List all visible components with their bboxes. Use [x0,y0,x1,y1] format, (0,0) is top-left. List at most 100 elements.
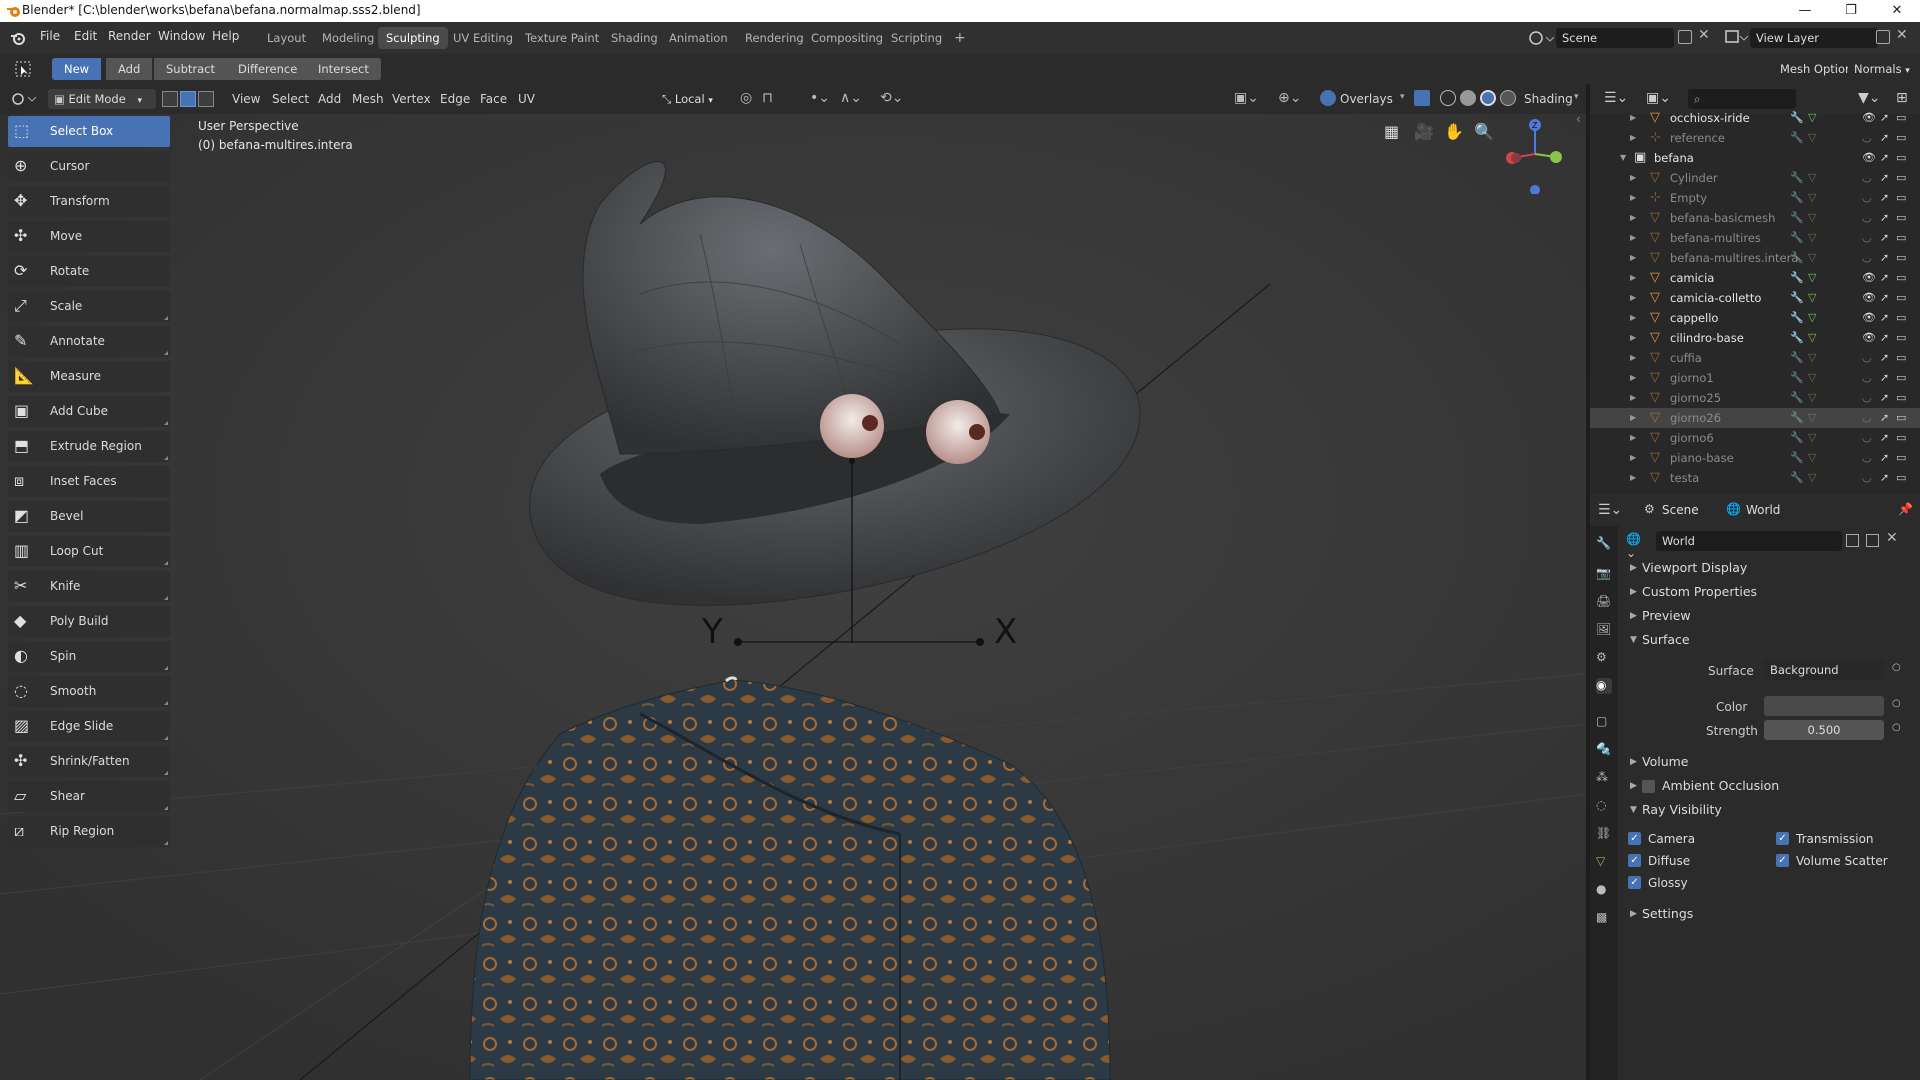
outliner-row[interactable]: ▶ ▽ befana-multires 🔧 ▽ ◡ ➚ ▭ [1590,228,1920,248]
selectable-arrow-icon[interactable]: ➚ [1880,172,1893,184]
selectable-arrow-icon[interactable]: ➚ [1880,292,1893,304]
face-select-icon[interactable] [198,91,214,107]
collapsed-arrow-icon[interactable]: ▶ [1630,168,1636,188]
section-viewport-display[interactable]: ▶ Viewport Display [1620,556,1920,580]
viewport-monitor-icon[interactable]: ▭ [1896,112,1909,124]
outliner-row[interactable]: ▶ ⊹ reference 🔧 ▽ ◡ ➚ ▭ [1590,128,1920,148]
collapsed-arrow-icon[interactable]: ▶ [1630,228,1636,248]
section-settings[interactable]: ▶ Settings [1620,902,1920,926]
collapsed-arrow-icon[interactable]: ▶ [1630,108,1636,128]
visibility-eye-icon[interactable]: ◡ [1862,212,1875,224]
collapsed-arrow-icon[interactable]: ▶ [1630,448,1636,468]
visibility-eye-icon[interactable]: ◡ [1862,352,1875,364]
visibility-eye-icon[interactable]: ◡ [1862,192,1875,204]
collapsed-arrow-icon[interactable]: ▶ [1630,428,1636,448]
tab-modeling[interactable]: Modeling [314,27,382,49]
visibility-eye-icon[interactable]: 👁 [1862,312,1876,324]
tool-inset[interactable]: ⧈ Inset Faces [8,466,170,497]
tool-rip-region[interactable]: ⧄ Rip Region [8,816,170,847]
surface-shader-dropdown[interactable]: Background [1764,660,1884,680]
tool-cursor[interactable]: ⊕ Cursor [8,151,170,182]
outliner-row[interactable]: ▶ ▽ cuffia 🔧 ▽ ◡ ➚ ▭ [1590,348,1920,368]
section-ambient-occlusion[interactable]: ▶ Ambient Occlusion [1620,774,1920,798]
tool-edge-slide[interactable]: ▨ Edge Slide [8,711,170,742]
close-button[interactable]: ✕ [1874,0,1920,22]
collapsed-arrow-icon[interactable]: ▶ [1630,288,1636,308]
tab-compositing[interactable]: Compositing [803,27,891,49]
object-types-visibility-icon[interactable]: ▣⌄ [1234,90,1259,106]
tool-spin[interactable]: ◐ Spin [8,641,170,672]
collapsed-arrow-icon[interactable]: ▶ [1630,348,1636,368]
visibility-eye-icon[interactable]: 👁 [1862,112,1876,124]
viewport-monitor-icon[interactable]: ▭ [1896,132,1909,144]
visibility-eye-icon[interactable]: 👁 [1862,332,1876,344]
outliner-row[interactable]: ▶ ▽ befana-basicmesh 🔧 ▽ ◡ ➚ ▭ [1590,208,1920,228]
scene-name-field[interactable]: Scene [1556,28,1674,48]
falloff-icon[interactable]: ∧⌄ [840,90,862,106]
world-context-label[interactable]: World [1746,503,1780,517]
transmission-checkbox[interactable]: ✓ [1776,832,1789,845]
viewport-monitor-icon[interactable]: ▭ [1896,232,1909,244]
camera-checkbox[interactable]: ✓ [1628,832,1641,845]
tool-annotate[interactable]: ✎ Annotate [8,326,170,357]
selectable-arrow-icon[interactable]: ➚ [1880,472,1893,484]
filter-icon[interactable]: ▼⌄ [1858,90,1881,106]
visibility-eye-icon[interactable]: ◡ [1862,452,1875,464]
viewport-monitor-icon[interactable]: ▭ [1896,312,1909,324]
viewport-monitor-icon[interactable]: ▭ [1896,192,1909,204]
sidebar-toggle-icon[interactable]: ‹ [1576,114,1581,126]
new-view-layer-icon[interactable] [1876,30,1890,44]
chevron-down-icon[interactable]: ▾ [1400,92,1405,102]
viewport-monitor-icon[interactable]: ▭ [1896,472,1909,484]
tool-tab-icon[interactable]: 🔧 [1596,536,1612,552]
tool-measure[interactable]: 📐 Measure [8,361,170,392]
outliner-row[interactable]: ▶ ▽ cappello 🔧 ▽ 👁 ➚ ▭ [1590,308,1920,328]
mode-subtract-button[interactable]: Subtract [154,58,229,80]
visibility-eye-icon[interactable]: 👁 [1862,272,1876,284]
tab-uv-editing[interactable]: UV Editing [445,27,521,49]
new-scene-icon[interactable] [1678,30,1692,44]
expanded-arrow-icon[interactable]: ▼ [1620,148,1626,168]
outliner-row[interactable]: ▶ ▽ testa 🔧 ▽ ◡ ➚ ▭ [1590,468,1920,488]
world-tab-icon[interactable]: ◉ [1596,678,1612,694]
visibility-eye-icon[interactable]: ◡ [1862,432,1875,444]
collapsed-arrow-icon[interactable]: ▶ [1630,188,1636,208]
particles-tab-icon[interactable]: ⁂ [1596,770,1612,786]
scene-selector-icon[interactable] [1528,29,1554,47]
viewport-monitor-icon[interactable]: ▭ [1896,372,1909,384]
scene-tab-icon[interactable]: ⚙ [1596,650,1612,666]
shading-label[interactable]: Shading [1524,92,1573,106]
menu-vertex[interactable]: Vertex [392,92,431,106]
outliner-row[interactable]: ▶ ▽ giorno26 🔧 ▽ ◡ ➚ ▭ [1590,408,1920,428]
view-layer-icon[interactable] [1724,28,1748,46]
viewport-monitor-icon[interactable]: ▭ [1896,352,1909,364]
viewport-monitor-icon[interactable]: ▭ [1896,272,1909,284]
viewport-monitor-icon[interactable]: ▭ [1896,452,1909,464]
mode-add-button[interactable]: Add [106,58,154,80]
rendered-shading-icon[interactable] [1500,90,1516,106]
proportional-icon[interactable]: •⌄ [810,90,830,106]
snap-icon[interactable]: ⊓ [762,90,773,106]
viewport-monitor-icon[interactable]: ▭ [1896,432,1909,444]
selectable-arrow-icon[interactable]: ➚ [1880,332,1893,344]
tab-sculpting[interactable]: Sculpting [378,27,448,49]
selectable-arrow-icon[interactable]: ➚ [1880,132,1893,144]
view-layer-field[interactable]: View Layer [1750,28,1878,48]
volume-scatter-checkbox[interactable]: ✓ [1776,854,1789,867]
menu-select[interactable]: Select [272,92,309,106]
visibility-eye-icon[interactable]: ◡ [1862,412,1875,424]
outliner-row[interactable]: ▶ ▽ Cylinder 🔧 ▽ ◡ ➚ ▭ [1590,168,1920,188]
viewport-monitor-icon[interactable]: ▭ [1896,172,1909,184]
xray-toggle-icon[interactable] [1414,90,1430,106]
tool-select-box[interactable]: ⬚ Select Box [8,116,170,147]
collapsed-arrow-icon[interactable]: ▶ [1630,468,1636,488]
chevron-down-icon[interactable]: ▾ [1574,92,1579,102]
viewport-monitor-icon[interactable]: ▭ [1896,412,1909,424]
transform-affect-icon[interactable]: ⟲⌄ [880,90,903,106]
outliner-search-input[interactable]: ⌕ [1688,89,1796,109]
mode-intersect-button[interactable]: Intersect [306,58,382,80]
blender-menu-icon[interactable] [10,30,26,46]
visibility-eye-icon[interactable]: ◡ [1862,172,1875,184]
world-browse-icon[interactable]: 🌐⌄ [1626,532,1650,560]
tool-smooth[interactable]: ◌ Smooth [8,676,170,707]
